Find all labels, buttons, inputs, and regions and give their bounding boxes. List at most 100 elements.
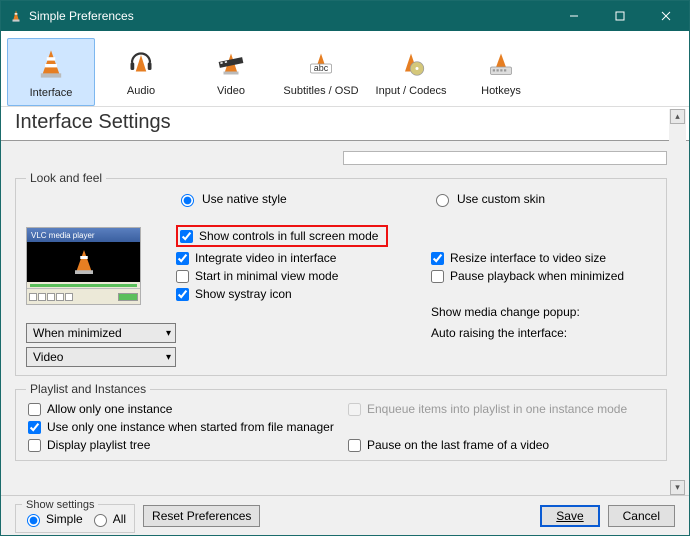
save-label: Save (556, 509, 583, 523)
check-one-fm-input[interactable] (28, 421, 41, 434)
category-tabs: Interface Audio Video abc Subtitles / OS… (1, 31, 689, 107)
minimize-button[interactable] (551, 1, 597, 31)
check-minimal-input[interactable] (176, 270, 189, 283)
check-systray[interactable]: Show systray icon (176, 287, 431, 301)
check-integrate-label: Integrate video in interface (195, 251, 336, 265)
check-allow-one-label: Allow only one instance (47, 402, 172, 416)
media-popup-value: When minimized (33, 326, 122, 340)
radio-simple[interactable]: Simple (22, 511, 83, 527)
check-pause-minimized[interactable]: Pause playback when minimized (431, 269, 656, 283)
check-enqueue-input (348, 403, 361, 416)
disc-cone-icon (396, 49, 426, 82)
chevron-down-icon: ▾ (166, 352, 171, 363)
check-pause-min-input[interactable] (431, 270, 444, 283)
tab-label: Input / Codecs (376, 85, 447, 97)
tab-video[interactable]: Video (187, 38, 275, 106)
look-and-feel-group: Look and feel Use native style Use custo… (15, 171, 667, 376)
dialog-footer: Show settings Simple All Reset Preferenc… (1, 495, 689, 535)
check-integrate-input[interactable] (176, 252, 189, 265)
check-fullscreen-input[interactable] (180, 230, 193, 243)
check-pause-last-input[interactable] (348, 439, 361, 452)
check-systray-label: Show systray icon (195, 287, 292, 301)
cancel-label: Cancel (623, 509, 660, 523)
check-pause-last-frame[interactable]: Pause on the last frame of a video (348, 438, 656, 452)
scroll-up-button[interactable]: ▴ (670, 109, 685, 124)
reset-preferences-button[interactable]: Reset Preferences (143, 505, 260, 527)
radio-custom-skin[interactable]: Use custom skin (431, 191, 545, 207)
check-minimal-label: Start in minimal view mode (195, 269, 338, 283)
check-enqueue-label: Enqueue items into playlist in one insta… (367, 402, 627, 416)
cone-icon (34, 47, 68, 84)
maximize-button[interactable] (597, 1, 643, 31)
radio-all[interactable]: All (89, 511, 126, 527)
close-button[interactable] (643, 1, 689, 31)
check-integrate-video[interactable]: Integrate video in interface (176, 251, 431, 265)
radio-all-label: All (113, 512, 126, 526)
window-title: Simple Preferences (29, 9, 551, 23)
check-systray-input[interactable] (176, 288, 189, 301)
headphone-cone-icon (126, 49, 156, 82)
cancel-button[interactable]: Cancel (608, 505, 675, 527)
auto-raise-combo[interactable]: Video ▾ (26, 347, 176, 367)
tab-label: Interface (30, 87, 73, 99)
radio-custom-input[interactable] (436, 194, 449, 207)
check-fullscreen-label: Show controls in full screen mode (199, 229, 378, 243)
vertical-scrollbar[interactable]: ▴ ▾ (669, 109, 686, 495)
media-popup-combo[interactable]: When minimized ▾ (26, 323, 176, 343)
subtitle-cone-icon: abc (306, 49, 336, 82)
radio-all-input[interactable] (94, 514, 107, 527)
thumb-title: VLC media player (27, 228, 140, 242)
check-pause-last-label: Pause on the last frame of a video (367, 438, 549, 452)
radio-native-label: Use native style (202, 192, 287, 206)
playlist-instances-group: Playlist and Instances Allow only one in… (15, 382, 667, 461)
tab-label: Hotkeys (481, 85, 521, 97)
radio-custom-label: Use custom skin (457, 192, 545, 206)
tab-interface[interactable]: Interface (7, 38, 95, 106)
page-title: Interface Settings (1, 107, 689, 141)
tab-input[interactable]: Input / Codecs (367, 38, 455, 106)
tab-label: Video (217, 85, 245, 97)
titlebar: Simple Preferences (1, 1, 689, 31)
window-buttons (551, 1, 689, 31)
check-display-tree-label: Display playlist tree (47, 438, 150, 452)
group-legend: Look and feel (26, 171, 106, 185)
check-one-fm-label: Use only one instance when started from … (47, 420, 334, 434)
preview-thumbnail: VLC media player (26, 227, 141, 305)
show-settings-legend: Show settings (22, 499, 98, 511)
auto-raise-value: Video (33, 350, 63, 364)
radio-simple-input[interactable] (27, 514, 40, 527)
check-display-tree[interactable]: Display playlist tree (28, 438, 308, 452)
app-icon (9, 9, 23, 23)
thumb-video-area (27, 242, 140, 282)
scroll-down-button[interactable]: ▾ (670, 480, 685, 495)
radio-simple-label: Simple (46, 512, 83, 526)
save-button[interactable]: Save (540, 505, 599, 527)
media-popup-label: Show media change popup: (431, 305, 580, 319)
preferences-window: Simple Preferences Interface Audio Video… (0, 0, 690, 536)
radio-native-input[interactable] (181, 194, 194, 207)
keyboard-cone-icon (486, 49, 516, 82)
check-resize-label: Resize interface to video size (450, 251, 606, 265)
tab-audio[interactable]: Audio (97, 38, 185, 106)
truncated-field[interactable] (343, 151, 667, 165)
check-pause-min-label: Pause playback when minimized (450, 269, 624, 283)
check-allow-one-input[interactable] (28, 403, 41, 416)
check-minimal-view[interactable]: Start in minimal view mode (176, 269, 431, 283)
check-fullscreen-controls[interactable]: Show controls in full screen mode (180, 229, 378, 243)
check-one-instance-fm[interactable]: Use only one instance when started from … (28, 420, 656, 434)
check-allow-one-instance[interactable]: Allow only one instance (28, 402, 308, 416)
reset-label: Reset Preferences (152, 509, 251, 523)
scroll-track[interactable] (670, 124, 685, 480)
check-resize-interface[interactable]: Resize interface to video size (431, 251, 656, 265)
tab-subtitles[interactable]: abc Subtitles / OSD (277, 38, 365, 106)
group-legend: Playlist and Instances (26, 382, 150, 396)
check-resize-input[interactable] (431, 252, 444, 265)
check-enqueue-items: Enqueue items into playlist in one insta… (348, 402, 656, 416)
tab-label: Subtitles / OSD (283, 85, 358, 97)
radio-native-style[interactable]: Use native style (176, 191, 287, 207)
show-settings-group: Show settings Simple All (15, 499, 135, 533)
film-cone-icon (216, 49, 246, 82)
tab-label: Audio (127, 85, 155, 97)
tab-hotkeys[interactable]: Hotkeys (457, 38, 545, 106)
check-display-tree-input[interactable] (28, 439, 41, 452)
